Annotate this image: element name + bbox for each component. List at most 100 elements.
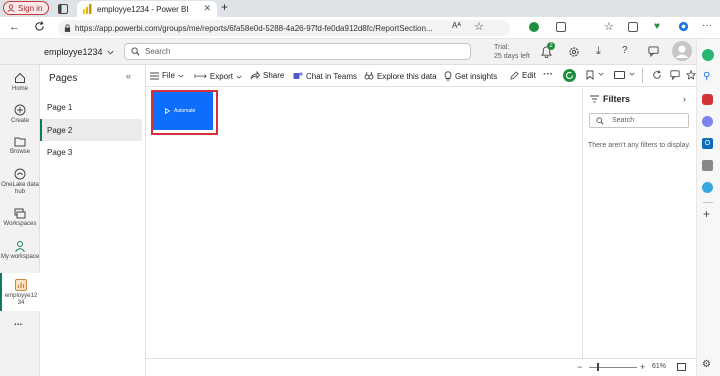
export-menu[interactable]: ⟼ Export: [194, 71, 242, 82]
nav-create[interactable]: Create: [0, 102, 40, 125]
new-tab-icon[interactable]: +: [221, 0, 228, 14]
explore-data-button[interactable]: Explore this data: [364, 71, 437, 81]
nav-label: Create: [10, 118, 29, 124]
comment-icon[interactable]: [670, 70, 680, 80]
page-tab-3[interactable]: Page 3: [40, 141, 142, 163]
file-label: File: [162, 71, 175, 80]
folder-icon: [14, 136, 26, 147]
favorites-icon[interactable]: ☆: [604, 20, 614, 33]
zoom-slider-thumb[interactable]: [597, 363, 599, 371]
page-tab-2[interactable]: Page 2: [40, 119, 142, 141]
page-label: Page 3: [47, 147, 73, 157]
close-icon[interactable]: ✕: [203, 3, 211, 14]
insights-label: Get insights: [455, 71, 498, 81]
tools-icon[interactable]: [702, 116, 713, 127]
lightbulb-icon: [444, 71, 452, 81]
add-sidebar-app-icon[interactable]: +: [703, 207, 710, 221]
shopping-icon[interactable]: [702, 94, 713, 105]
refresh-icon[interactable]: [34, 21, 45, 32]
collapse-pane-icon[interactable]: «: [126, 71, 131, 81]
chevron-down-icon: [107, 50, 114, 55]
fit-to-page-icon[interactable]: [677, 363, 686, 371]
toolbar-divider: [642, 68, 643, 83]
edit-button[interactable]: Edit: [510, 71, 536, 80]
nav-home[interactable]: Home: [0, 70, 40, 93]
share-label: Share: [263, 71, 285, 80]
split-screen-icon[interactable]: [556, 22, 566, 32]
lock-icon: [64, 24, 71, 32]
power-bi-icon: [83, 4, 92, 14]
help-icon[interactable]: ?: [622, 45, 628, 56]
favorite-star-icon[interactable]: ☆: [474, 20, 484, 33]
chevron-down-icon[interactable]: [598, 72, 604, 76]
report-icon: [15, 279, 27, 291]
settings-gear-icon[interactable]: [568, 46, 580, 58]
copilot-sidebar-icon[interactable]: [702, 49, 714, 61]
feedback-icon[interactable]: [648, 46, 659, 57]
search-icon: [131, 47, 140, 56]
extension-icon[interactable]: [529, 22, 539, 32]
search-sidebar-icon[interactable]: ⚲: [703, 71, 710, 82]
nav-workspace-employye1234[interactable]: employye12 34: [0, 273, 40, 311]
chevron-down-icon: [178, 74, 184, 78]
share-button[interactable]: Share: [250, 71, 284, 80]
url-bar[interactable]: https://app.powerbi.com/groups/me/report…: [58, 20, 510, 36]
pencil-icon: [510, 71, 519, 80]
nav-my-workspace[interactable]: My workspace: [0, 238, 40, 261]
collections-icon[interactable]: [628, 22, 638, 32]
chat-in-teams-button[interactable]: Chat in Teams: [293, 71, 357, 81]
download-icon[interactable]: ⤓: [596, 45, 601, 58]
get-insights-button[interactable]: Get insights: [444, 71, 497, 81]
outlook-icon[interactable]: O: [702, 138, 713, 149]
toolbar-more-icon[interactable]: ···: [543, 69, 553, 80]
explore-icon: [364, 71, 374, 81]
browser-tab[interactable]: employye1234 - Power BI ✕: [77, 1, 217, 17]
zoom-in-icon[interactable]: +: [640, 362, 645, 372]
pages-pane: Pages « Page 1 Page 2 Page 3: [40, 65, 146, 376]
file-menu[interactable]: File: [150, 71, 184, 80]
avatar[interactable]: [672, 41, 692, 61]
games-icon[interactable]: [702, 160, 713, 171]
search-input[interactable]: Search: [124, 43, 471, 60]
nav-workspaces[interactable]: Workspaces: [0, 206, 40, 228]
sign-in-button[interactable]: Sign in: [3, 1, 49, 15]
expand-pane-icon[interactable]: ›: [683, 94, 686, 104]
back-icon[interactable]: ←: [9, 21, 20, 33]
drop-icon[interactable]: [702, 182, 713, 193]
bookmark-icon[interactable]: [586, 70, 594, 80]
nav-browse[interactable]: Browse: [0, 134, 40, 156]
profile-icon: [7, 4, 15, 12]
person-icon: [14, 240, 26, 252]
edit-label: Edit: [522, 71, 536, 80]
status-bar: − + 61%: [146, 358, 696, 376]
teams-icon: [293, 71, 303, 81]
read-aloud-icon[interactable]: Aᴬ: [452, 21, 461, 30]
pages-title: Pages: [49, 73, 78, 84]
filters-pane: Filters › Search There aren't any filter…: [582, 88, 695, 358]
filter-search-input[interactable]: Search: [589, 113, 689, 128]
more-icon[interactable]: ···: [702, 20, 712, 31]
address-bar-row: ← https://app.powerbi.com/groups/me/repo…: [0, 17, 720, 39]
tab-actions-icon[interactable]: [57, 3, 68, 14]
view-icon[interactable]: [614, 71, 625, 79]
page-tab-1[interactable]: Page 1: [40, 96, 142, 118]
explore-label: Explore this data: [377, 71, 437, 81]
share-icon: [250, 71, 260, 80]
browser-essentials-icon[interactable]: ♥: [654, 21, 660, 32]
trial-days: 25 days left: [494, 53, 530, 60]
refresh-visuals-icon[interactable]: [563, 69, 576, 82]
workspace-name: employye1234: [44, 47, 103, 57]
report-toolbar: File ⟼ Export Share Chat in Teams Explor…: [146, 65, 696, 87]
workspace-selector[interactable]: employye1234: [44, 47, 114, 57]
home-icon: [14, 72, 26, 84]
favorite-star-icon[interactable]: [686, 70, 696, 80]
filters-empty-message: There aren't any filters to display.: [588, 142, 691, 149]
copilot-icon[interactable]: [678, 21, 689, 32]
chevron-down-icon[interactable]: [629, 72, 635, 76]
reload-icon[interactable]: [652, 70, 662, 80]
nav-more-icon[interactable]: ...: [14, 317, 22, 328]
sidebar-settings-icon[interactable]: ⚙: [702, 359, 711, 370]
zoom-out-icon[interactable]: −: [577, 362, 582, 372]
highlight-box: [151, 90, 218, 135]
nav-onelake[interactable]: OneLake data hub: [0, 166, 40, 196]
